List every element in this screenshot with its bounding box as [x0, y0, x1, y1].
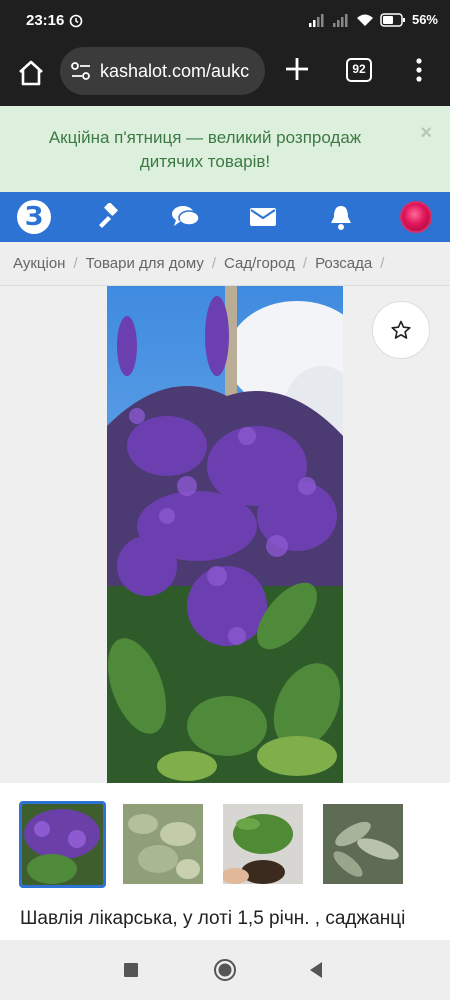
back-icon[interactable] — [305, 958, 329, 982]
wifi-icon — [356, 14, 373, 26]
mail-icon — [250, 208, 276, 226]
system-navigation-bar — [0, 940, 450, 1000]
signal-icon — [332, 13, 348, 27]
browser-toolbar: kashalot.com/aukc 92 — [0, 44, 450, 106]
thumbnail[interactable] — [123, 804, 203, 884]
signal-icon — [308, 13, 324, 27]
breadcrumb-separator: / — [380, 255, 385, 272]
avatar[interactable] — [400, 201, 432, 233]
profile-link[interactable] — [399, 200, 433, 234]
thumbnail[interactable] — [19, 801, 106, 888]
image-gallery — [0, 286, 450, 783]
gavel-icon — [99, 203, 118, 228]
status-icons: 56% — [308, 12, 438, 27]
thumbnail-strip — [0, 783, 450, 903]
breadcrumb-separator: / — [73, 255, 78, 272]
breadcrumb-item[interactable]: Товари для дому — [86, 255, 204, 272]
tab-switcher-button[interactable]: 92 — [346, 58, 372, 82]
mail-link[interactable] — [246, 200, 280, 234]
thumbnail[interactable] — [323, 804, 403, 884]
bell-icon — [331, 206, 351, 230]
thumbnail[interactable] — [223, 804, 303, 884]
site-settings-icon[interactable] — [70, 61, 92, 81]
site-navbar: З — [0, 192, 450, 242]
battery-icon — [380, 12, 405, 27]
close-icon[interactable]: × — [420, 122, 432, 145]
address-bar[interactable]: kashalot.com/aukc — [60, 47, 265, 95]
chat-icon — [172, 206, 200, 226]
notifications-link[interactable] — [324, 200, 358, 234]
breadcrumb: Аукціон / Товари для дому / Сад/город / Розсад… — [0, 242, 450, 286]
breadcrumb-item[interactable]: Сад/город — [224, 255, 295, 272]
recents-icon[interactable] — [119, 958, 143, 982]
new-tab-icon[interactable] — [284, 56, 310, 82]
breadcrumb-item[interactable]: Розсада — [315, 255, 372, 272]
status-time: 23:16 — [26, 12, 65, 29]
url-text[interactable]: kashalot.com/aukc — [100, 61, 249, 82]
more-menu-icon[interactable] — [412, 57, 426, 83]
home-icon[interactable] — [16, 58, 46, 88]
breadcrumb-separator: / — [302, 255, 308, 272]
status-bar: 23:16 56% — [0, 0, 450, 44]
battery-level: 56% — [411, 12, 438, 27]
promo-text[interactable]: Акційна п'ятниця — великий розпродаж дит… — [30, 126, 380, 174]
logo-letter[interactable]: З — [17, 200, 51, 234]
favorite-button[interactable] — [372, 301, 430, 359]
home-circle-icon[interactable] — [213, 958, 237, 982]
star-icon — [391, 320, 411, 339]
thumbnail-image — [323, 804, 403, 884]
thumbnail-image — [223, 804, 303, 884]
messages-link[interactable] — [169, 200, 203, 234]
alarm-icon — [69, 14, 83, 28]
breadcrumb-separator: / — [211, 255, 217, 272]
breadcrumb-item[interactable]: Аукціон — [13, 255, 65, 272]
thumbnail-image — [123, 804, 203, 884]
site-logo[interactable]: З — [17, 200, 51, 234]
lot-title: Шавлія лікарська, у лоті 1,5 річн. , сад… — [20, 908, 406, 929]
main-product-photo[interactable] — [107, 286, 343, 783]
thumbnail-image — [22, 804, 103, 885]
auction-link[interactable] — [93, 200, 127, 234]
promo-banner[interactable]: Акційна п'ятниця — великий розпродаж дит… — [0, 106, 450, 192]
